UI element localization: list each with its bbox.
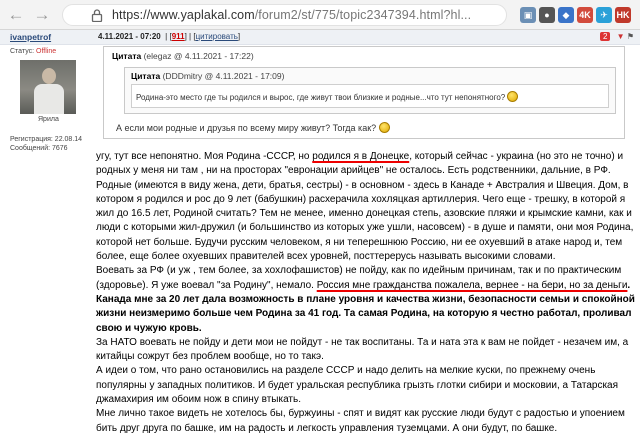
url-text: https://www.yaplakal.com/forum2/st/775/t… bbox=[112, 8, 472, 22]
smiley-icon bbox=[507, 91, 519, 102]
user-info: Регистрация: 22.08.14 Сообщений: 7676 bbox=[10, 135, 82, 153]
paragraph: Мне лично такое видеть не хотелось бы, б… bbox=[96, 408, 625, 434]
post-date: 4.11.2021 - 07:20 bbox=[98, 32, 161, 41]
forward-arrow-icon[interactable]: → bbox=[32, 5, 52, 25]
paragraph: За НАТО воевать не пойду и дети мои не п… bbox=[96, 336, 629, 363]
quote-outer-title: Цитата (elegaz @ 4.11.2021 - 17:22) bbox=[112, 51, 254, 61]
paragraph: Воевать за РФ (и уж , тем более, за хохл… bbox=[96, 265, 635, 334]
extension-icon[interactable]: ◆ bbox=[558, 7, 574, 23]
lock-icon bbox=[91, 9, 103, 22]
post-body: угу, тут все непонятно. Моя Родина -СССР… bbox=[96, 150, 636, 436]
post-header: ivanpetrof 4.11.2021 - 07:20 | [911] | [… bbox=[0, 30, 640, 45]
browser-toolbar: ← → https://www.yaplakal.com/forum2/st/7… bbox=[0, 0, 640, 30]
thumb-down-icon[interactable]: ▼ bbox=[617, 32, 625, 41]
quote-outer-text: А если мои родные и друзья по всему миру… bbox=[116, 123, 377, 133]
post-number[interactable]: 911 bbox=[172, 32, 185, 41]
paragraph: угу, тут все непонятно. Моя Родина -СССР… bbox=[96, 151, 634, 263]
extension-icon[interactable]: ▣ bbox=[520, 7, 536, 23]
quote-outer: Цитата (elegaz @ 4.11.2021 - 17:22) Цита… bbox=[103, 46, 625, 139]
smiley-icon bbox=[378, 122, 390, 133]
extension-icon[interactable]: HK bbox=[615, 7, 631, 23]
extension-icon[interactable]: 4K bbox=[577, 7, 593, 23]
registration-date: Регистрация: 22.08.14 bbox=[10, 136, 83, 143]
post-actions: 2 ▼ ⚑ bbox=[599, 32, 634, 41]
quote-inner-text: Родина-это место где ты родился и вырос,… bbox=[136, 93, 506, 102]
user-status: Статус: Offline bbox=[10, 48, 57, 55]
quote-inner: Цитата (DDDmitry @ 4.11.2021 - 17:09) Ро… bbox=[124, 67, 616, 114]
avatar-caption: Ярила bbox=[38, 116, 59, 123]
cite-link[interactable]: цитировать bbox=[196, 32, 238, 41]
paragraph: А идеи о том, что рано остановились на р… bbox=[96, 365, 619, 406]
post-meta: 4.11.2021 - 07:20 | [911] | [цитировать] bbox=[98, 32, 241, 41]
counter-badge[interactable]: 2 bbox=[599, 32, 611, 41]
message-count: Сообщений: 7676 bbox=[10, 145, 68, 152]
back-arrow-icon[interactable]: ← bbox=[6, 5, 26, 25]
flag-icon[interactable]: ⚑ bbox=[627, 32, 634, 41]
extension-icon[interactable]: ✈ bbox=[596, 7, 612, 23]
avatar[interactable] bbox=[20, 60, 76, 114]
extension-icon[interactable]: ● bbox=[539, 7, 555, 23]
quote-inner-title: Цитата (DDDmitry @ 4.11.2021 - 17:09) bbox=[131, 71, 285, 81]
author-name[interactable]: ivanpetrof bbox=[10, 32, 51, 42]
quote-inner-body: Родина-это место где ты родился и вырос,… bbox=[131, 84, 609, 108]
address-bar[interactable]: https://www.yaplakal.com/forum2/st/775/t… bbox=[62, 4, 507, 26]
